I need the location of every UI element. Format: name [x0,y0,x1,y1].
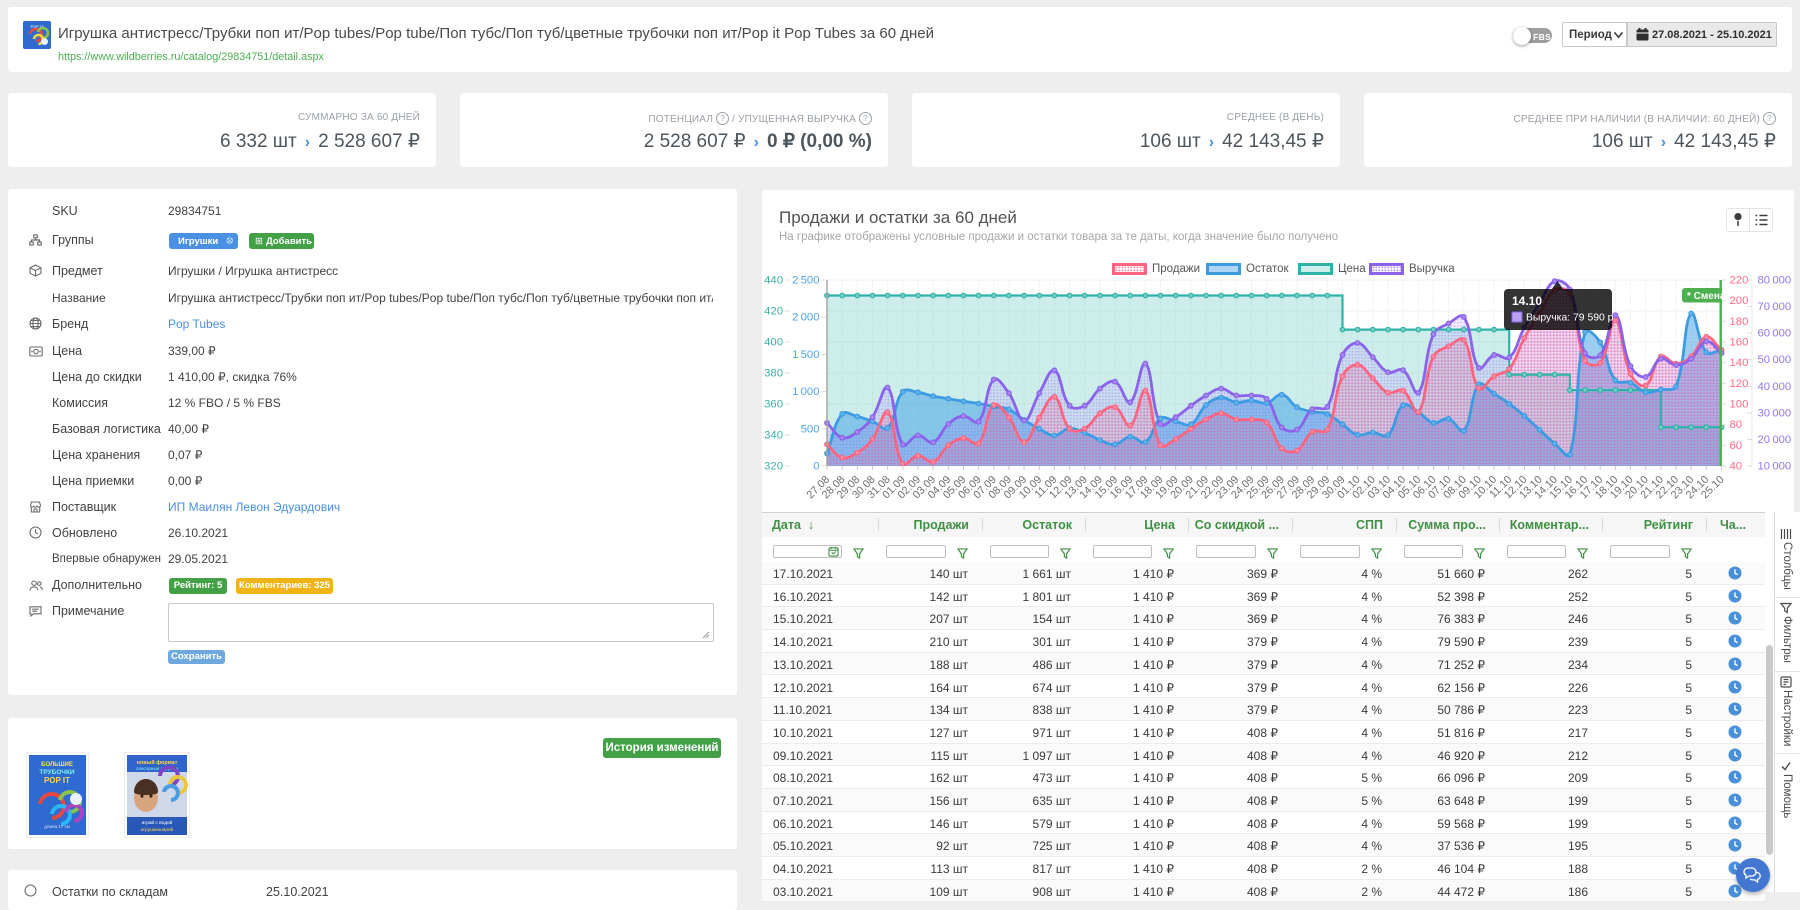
svg-text:400: 400 [764,337,783,349]
svg-text:100: 100 [1730,399,1749,411]
svg-text:70 000: 70 000 [1758,301,1792,313]
svg-text:180: 180 [1730,316,1749,328]
svg-text:2 500: 2 500 [792,275,819,287]
svg-text:440: 440 [764,275,783,287]
svg-text:ТРУБОЧКИ: ТРУБОЧКИ [39,769,75,776]
svg-text:БОЛЬШИЕ: БОЛЬШИЕ [41,762,73,768]
svg-text:50 000: 50 000 [1758,354,1792,366]
svg-text:340: 340 [764,430,783,442]
svg-text:20 000: 20 000 [1758,434,1792,446]
svg-text:220: 220 [1730,275,1749,287]
svg-text:420: 420 [764,306,783,318]
svg-text:200: 200 [1730,295,1749,307]
svg-text:40 000: 40 000 [1758,381,1792,393]
svg-text:60 000: 60 000 [1758,328,1792,340]
svg-text:1 500: 1 500 [792,349,819,361]
svg-text:360: 360 [764,399,783,411]
svg-text:320: 320 [764,461,783,473]
svg-text:0: 0 [813,461,819,473]
svg-text:380: 380 [764,368,783,380]
svg-text:* Смена ц: * Смена ц [1687,291,1735,302]
svg-text:10 000: 10 000 [1758,461,1792,473]
svg-text:играй с водой: играй с водой [142,819,173,826]
svg-text:1 000: 1 000 [792,386,819,398]
svg-text:60: 60 [1730,440,1743,452]
svg-text:длина 17 см: длина 17 см [44,824,70,829]
svg-text:новый формат: новый формат [137,759,178,766]
svg-text:14.10: 14.10 [1512,294,1542,308]
svg-text:POP IT: POP IT [44,776,70,785]
svg-text:игрушкиширяй: игрушкиширяй [141,826,174,833]
svg-text:160: 160 [1730,337,1749,349]
svg-text:120: 120 [1730,378,1749,390]
svg-text:140: 140 [1730,357,1749,369]
svg-text:30 000: 30 000 [1758,407,1792,419]
svg-text:500: 500 [801,423,820,435]
svg-text:Выручка: 79 590 р: Выручка: 79 590 р [1526,313,1614,324]
svg-text:80 000: 80 000 [1758,275,1792,287]
svg-text:80: 80 [1730,419,1743,431]
svg-text:40: 40 [1730,461,1743,473]
svg-text:2 000: 2 000 [792,312,819,324]
svg-text:POP IT: POP IT [30,24,44,29]
